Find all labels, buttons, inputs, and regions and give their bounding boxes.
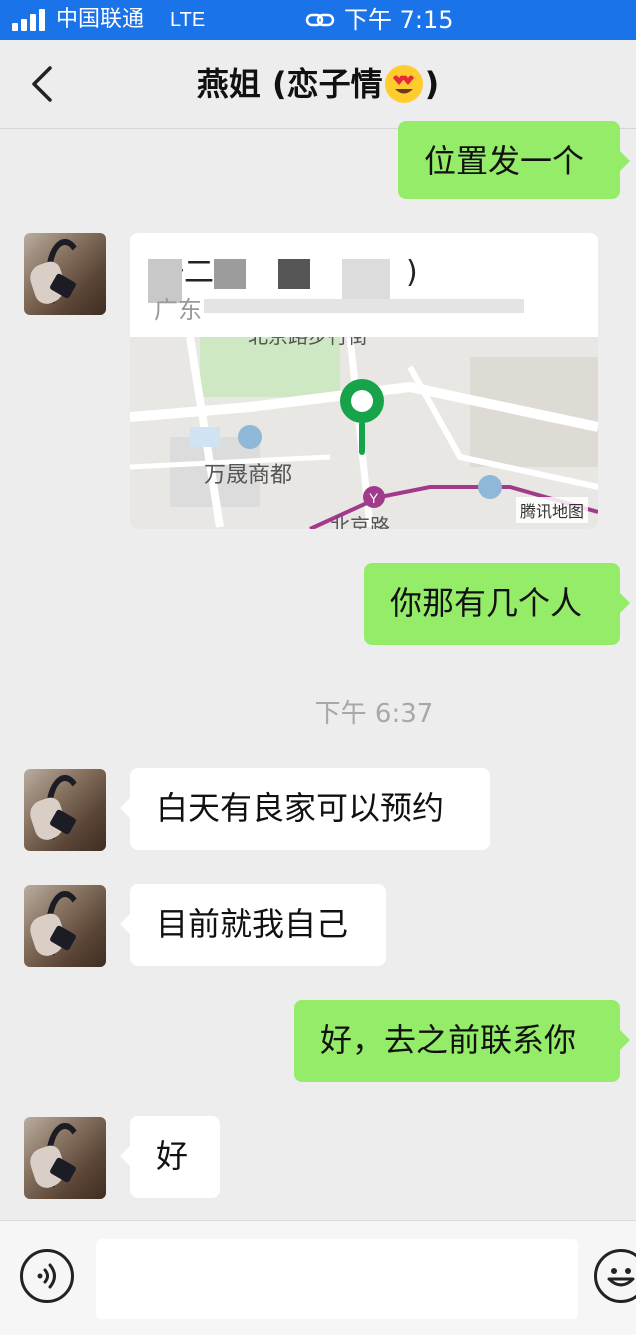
carrier-name: 中国联通 xyxy=(56,7,145,32)
message-text: 好，去之前联系你 xyxy=(320,1021,577,1059)
emoji-icon xyxy=(607,1268,635,1287)
redacted-block xyxy=(278,259,310,289)
chat-title-end: ) xyxy=(424,65,440,103)
incoming-message[interactable]: 目前就我自己 xyxy=(120,884,386,966)
outgoing-message[interactable]: 位置发一个 xyxy=(398,121,630,199)
status-bar: 中国联通 LTE 下午 7:15 xyxy=(0,0,636,40)
location-name-suffix: ) xyxy=(406,255,418,290)
incoming-message[interactable]: 好 xyxy=(120,1116,220,1198)
redacted-block xyxy=(214,259,246,289)
message-text: 好 xyxy=(156,1137,189,1175)
voice-icon xyxy=(37,1263,56,1289)
location-message-card[interactable]: 一二 ) 广东 Y 万晟商都 北京路 腾讯地图 xyxy=(130,233,598,529)
incoming-message[interactable]: 白天有良家可以预约 xyxy=(120,768,490,850)
heart-eyes-emoji-icon xyxy=(384,65,423,103)
contact-avatar[interactable] xyxy=(24,1117,106,1199)
redacted-block xyxy=(204,299,524,313)
map-provider-credit: 腾讯地图 xyxy=(515,497,588,523)
contact-avatar[interactable] xyxy=(24,233,106,315)
message-text: 白天有良家可以预约 xyxy=(156,789,445,827)
voice-input-button[interactable] xyxy=(20,1249,74,1303)
outgoing-message[interactable]: 你那有几个人 xyxy=(364,563,630,645)
chat-title: 燕姐 (恋子情 ) xyxy=(0,62,636,106)
emoji-button[interactable] xyxy=(594,1249,636,1303)
outgoing-message[interactable]: 好，去之前联系你 xyxy=(294,1000,630,1082)
message-text: 目前就我自己 xyxy=(156,905,349,943)
contact-avatar[interactable] xyxy=(24,769,106,851)
message-timestamp: 下午 6:37 xyxy=(314,699,434,729)
hotspot-link-icon xyxy=(305,13,335,27)
location-header: 一二 ) 广东 xyxy=(130,233,598,337)
map-label-road: 北京路 xyxy=(330,514,390,529)
message-input[interactable] xyxy=(96,1239,578,1319)
chat-title-text: 燕姐 (恋子情 xyxy=(196,65,383,103)
contact-avatar[interactable] xyxy=(24,885,106,967)
message-text: 你那有几个人 xyxy=(390,584,583,622)
location-address: 广东 xyxy=(154,296,202,324)
message-text: 位置发一个 xyxy=(424,142,585,180)
map-label-street: 北京路步行街 xyxy=(248,337,368,349)
signal-icon xyxy=(12,9,48,31)
location-map[interactable]: Y 万晟商都 北京路步行街 北京路 腾讯地图 xyxy=(130,337,598,529)
map-label-mall: 万晟商都 xyxy=(204,463,293,488)
message-list[interactable]: 位置发一个 一二 ) 广东 Y 万晟商都 北京路 腾讯地图 你那有几个人 下午 … xyxy=(0,121,636,1220)
input-bar xyxy=(0,1220,636,1335)
svg-text:Y: Y xyxy=(369,490,379,506)
chat-header: 燕姐 (恋子情 ) xyxy=(0,40,636,129)
network-type: LTE xyxy=(170,9,206,31)
status-time: 下午 7:15 xyxy=(344,6,454,34)
